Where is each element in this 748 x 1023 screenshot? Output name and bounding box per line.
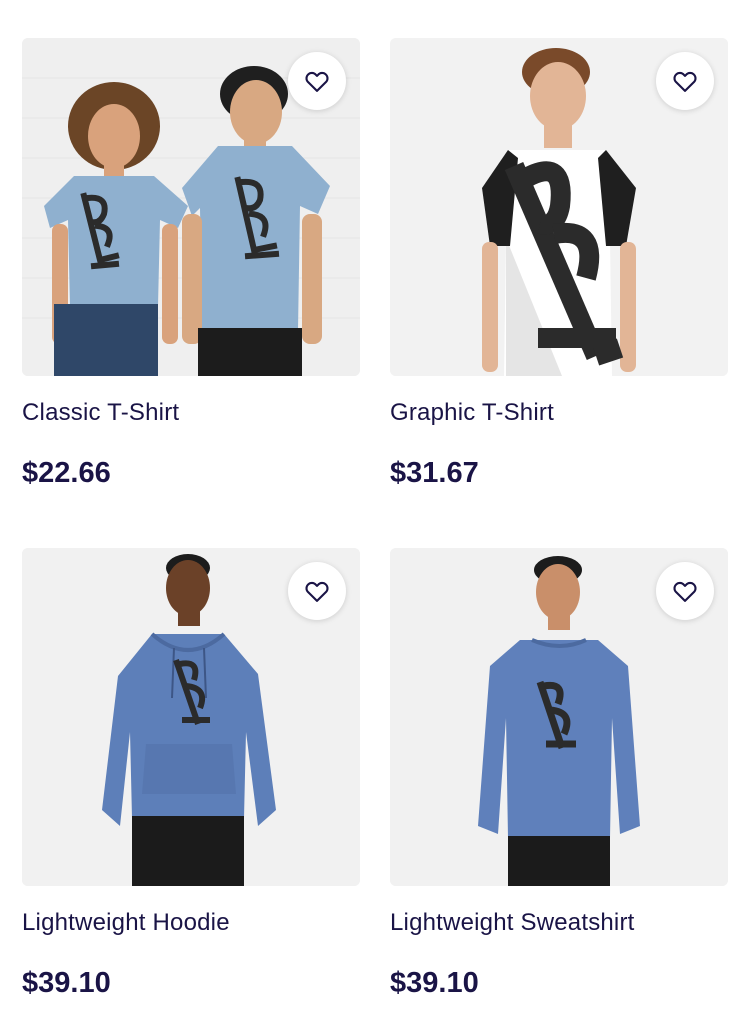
product-price: $39.10	[390, 967, 479, 999]
product-image[interactable]	[390, 548, 728, 886]
product-title[interactable]: Lightweight Hoodie	[22, 908, 360, 938]
heart-outline-icon	[305, 71, 329, 92]
product-title[interactable]: Classic T-Shirt	[22, 398, 360, 428]
heart-outline-icon	[673, 581, 697, 602]
product-image[interactable]	[390, 38, 728, 376]
product-price: $31.67	[390, 457, 479, 489]
favorite-button[interactable]	[288, 52, 346, 110]
favorite-button[interactable]	[656, 52, 714, 110]
product-title[interactable]: Graphic T-Shirt	[390, 398, 728, 428]
heart-outline-icon	[673, 71, 697, 92]
product-image[interactable]	[22, 548, 360, 886]
product-price: $22.66	[22, 457, 111, 489]
favorite-button[interactable]	[288, 562, 346, 620]
heart-outline-icon	[305, 581, 329, 602]
product-grid: Classic T-Shirt $22.66 Graphic T-Shirt $…	[22, 38, 728, 1023]
product-card[interactable]: Classic T-Shirt $22.66	[22, 38, 360, 490]
favorite-button[interactable]	[656, 562, 714, 620]
product-title[interactable]: Lightweight Sweatshirt	[390, 908, 728, 938]
product-card[interactable]: Lightweight Sweatshirt $39.10	[390, 548, 728, 1000]
product-card[interactable]: Graphic T-Shirt $31.67	[390, 38, 728, 490]
product-price: $39.10	[22, 967, 111, 999]
product-image[interactable]	[22, 38, 360, 376]
product-card[interactable]: Lightweight Hoodie $39.10	[22, 548, 360, 1000]
